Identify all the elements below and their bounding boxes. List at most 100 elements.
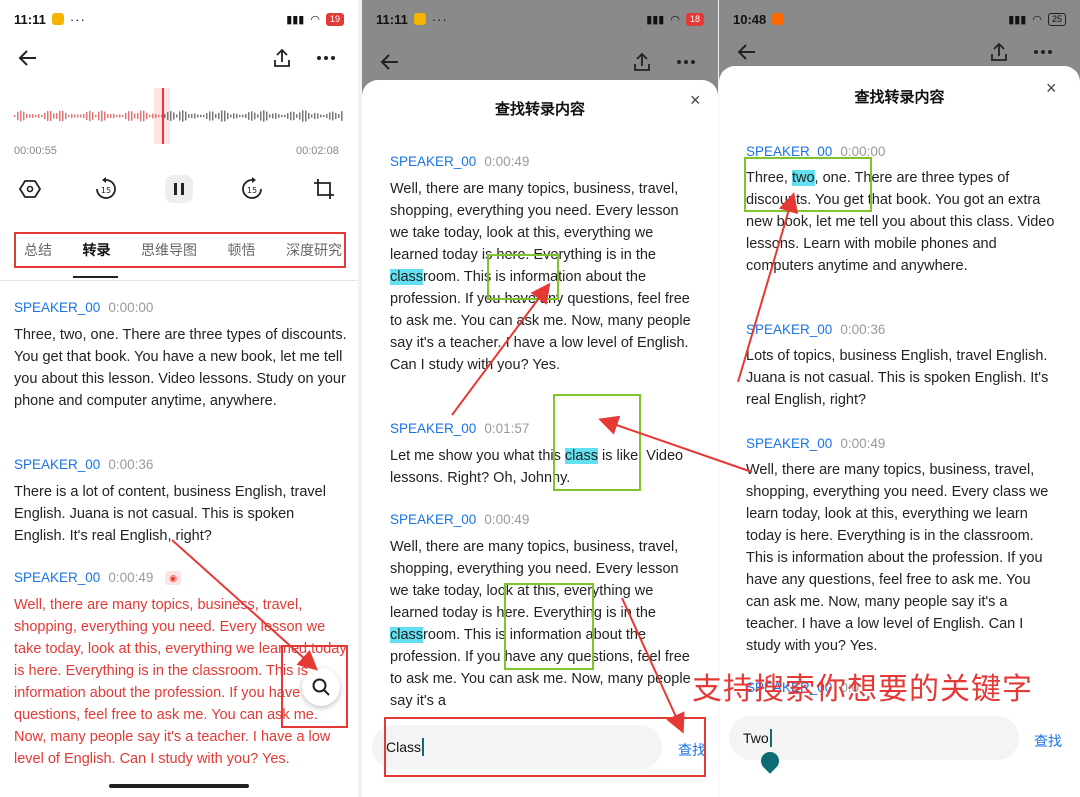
total-time: 00:02:08 <box>296 145 339 157</box>
divider <box>0 280 358 281</box>
wave-bar <box>131 111 133 121</box>
nav-bar <box>0 775 358 797</box>
battery-icon: 19 <box>325 12 344 26</box>
more-icon[interactable] <box>312 44 340 72</box>
signal-icon: ▮▮▮ <box>286 13 305 26</box>
audio-waveform[interactable] <box>14 88 344 144</box>
result-segment[interactable]: SPEAKER_00 0:00:49 Well, there are many t… <box>746 436 1056 657</box>
wave-bar <box>320 114 322 118</box>
wave-bar <box>173 112 175 120</box>
sheet-title: 查找转录内容 <box>494 101 585 118</box>
playhead[interactable] <box>162 88 164 144</box>
more-notifications-icon: ··· <box>69 11 86 27</box>
transcript-segment[interactable]: SPEAKER_00 0:00:36 There is a lot of cont… <box>14 457 348 547</box>
wave-bar <box>185 111 187 121</box>
wave-bar <box>125 112 127 120</box>
wave-bar <box>197 114 199 118</box>
share-icon[interactable] <box>628 48 656 76</box>
find-button[interactable]: 查找 <box>1034 731 1062 751</box>
result-segment[interactable]: SPEAKER_00 0:00:36 Lots of topics, busine… <box>746 322 1056 411</box>
wifi-icon: ◠ <box>1032 13 1042 26</box>
tab-insight[interactable]: 顿悟 <box>228 240 256 260</box>
wave-bar <box>191 113 193 119</box>
wave-bar <box>221 110 223 122</box>
tab-deep-research[interactable]: 深度研究 <box>286 240 342 260</box>
status-bar: 10:48 ▮▮▮ ◠ 25 <box>719 0 1080 38</box>
more-icon[interactable] <box>672 48 700 76</box>
annotation-box-hit <box>744 157 872 212</box>
wave-bar <box>14 115 16 117</box>
home-indicator[interactable] <box>109 784 249 788</box>
wave-bar <box>113 113 115 119</box>
wave-bar <box>230 114 232 118</box>
wave-bar <box>269 114 271 118</box>
share-icon[interactable] <box>985 38 1013 66</box>
wave-bar <box>74 114 76 118</box>
tab-summary[interactable]: 总结 <box>24 240 52 260</box>
tab-transcript[interactable]: 转录 <box>83 240 111 260</box>
speed-icon[interactable] <box>16 175 44 203</box>
forward-15-icon[interactable]: 15 <box>238 175 266 203</box>
screenshot-collage: 11:11 ··· ▮▮▮ ◠ 19 00:00:55 00:02:08 15 … <box>0 0 1080 797</box>
speaker-label: SPEAKER_00 0:00:00 <box>14 300 154 315</box>
search-hit: class <box>390 627 424 643</box>
wave-bar <box>32 114 34 118</box>
transcript-segment[interactable]: SPEAKER_00 0:00:00 Three, two, one. There… <box>14 300 348 412</box>
back-arrow-icon[interactable] <box>376 48 404 76</box>
speaker-label: SPEAKER_00 0:01:57 <box>390 421 530 436</box>
status-icons: ▮▮▮ ◠ 18 <box>646 12 704 26</box>
wave-bar <box>104 111 106 121</box>
wave-bar <box>29 114 31 118</box>
wave-bar <box>137 112 139 120</box>
wave-bar <box>71 113 73 119</box>
wave-bar <box>23 111 25 121</box>
wave-bar <box>128 111 130 121</box>
wave-bar <box>149 114 151 118</box>
speaker-label: SPEAKER_00 0:00:36 <box>14 457 154 472</box>
wave-bar <box>308 112 310 120</box>
search-sheet: 查找转录内容 × SPEAKER_00 0:00:49 Well, there a… <box>362 80 718 797</box>
wave-bar <box>194 113 196 119</box>
result-segment[interactable]: SPEAKER_00 0:01:57 Let me show you what t… <box>390 421 694 489</box>
wave-bar <box>170 111 172 121</box>
rewind-15-icon[interactable]: 15 <box>92 175 120 203</box>
wave-bar <box>251 111 253 121</box>
wave-bar <box>77 114 79 118</box>
wave-bar <box>314 112 316 120</box>
more-icon[interactable] <box>1029 38 1057 66</box>
wave-bar <box>59 110 61 122</box>
wave-bar <box>239 114 241 118</box>
wave-bar <box>212 111 214 121</box>
crop-icon[interactable] <box>310 175 338 203</box>
speaker-label: SPEAKER_00 0:00:49 <box>390 154 530 169</box>
segment-text: Well, there are many topics, business, t… <box>746 462 1049 654</box>
wave-bar <box>278 114 280 118</box>
back-arrow-icon[interactable] <box>14 44 42 72</box>
status-time: 11:11 <box>376 11 408 27</box>
wave-bar <box>80 114 82 118</box>
share-icon[interactable] <box>268 44 296 72</box>
wave-bar <box>41 114 43 118</box>
search-sheet-screen: 11:11 ··· ▮▮▮ ◠ 18 查找转录内容 × SPEAKER_00 0:… <box>362 0 718 797</box>
tab-mindmap[interactable]: 思维导图 <box>141 240 197 260</box>
wave-bar <box>317 113 319 119</box>
wave-bar <box>107 114 109 118</box>
wave-bar <box>245 114 247 118</box>
annotation-box-hit <box>504 583 594 670</box>
current-time: 00:00:55 <box>14 145 57 157</box>
close-icon[interactable]: × <box>690 90 701 111</box>
wave-bar <box>248 112 250 120</box>
speaker-label: SPEAKER_00 0:00:49 <box>390 512 530 527</box>
active-tab-indicator <box>73 276 118 278</box>
wave-bar <box>233 113 235 119</box>
wave-bar <box>167 111 169 121</box>
wave-bar <box>206 112 208 120</box>
back-arrow-icon[interactable] <box>733 38 761 66</box>
wave-bar <box>266 111 268 121</box>
wave-bar <box>275 113 277 119</box>
wave-bar <box>329 112 331 120</box>
close-icon[interactable]: × <box>1046 78 1057 99</box>
wave-bar <box>296 114 298 118</box>
wave-bar <box>95 114 97 118</box>
pause-icon[interactable] <box>165 175 193 203</box>
